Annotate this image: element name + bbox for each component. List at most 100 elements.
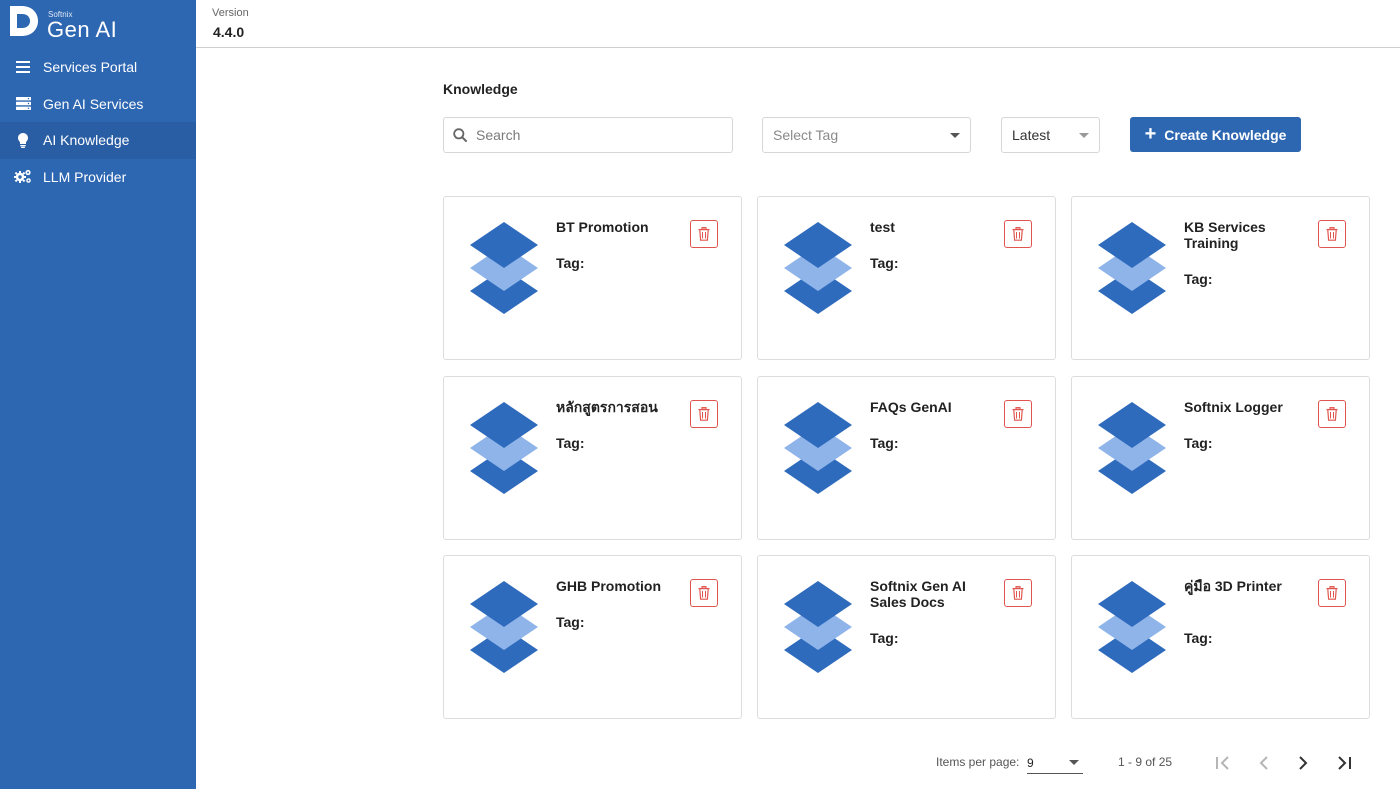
page-range-label: 1 - 9 of 25 <box>1118 755 1173 769</box>
knowledge-card[interactable]: Softnix Logger Tag: <box>1071 376 1370 540</box>
card-title: หลักสูตรการสอน <box>556 399 658 415</box>
card-title: FAQs GenAI <box>870 399 952 415</box>
layers-icon <box>784 581 852 673</box>
card-title: คู่มือ 3D Printer <box>1184 578 1282 594</box>
version-label: Version <box>212 7 249 19</box>
knowledge-card[interactable]: test Tag: <box>757 196 1056 360</box>
previous-page-button[interactable] <box>1251 750 1277 776</box>
delete-button[interactable] <box>690 400 718 428</box>
knowledge-card[interactable]: KB Services Training Tag: <box>1071 196 1370 360</box>
sidebar-item-llm-provider[interactable]: LLM Provider <box>0 159 196 196</box>
server-icon <box>14 95 32 113</box>
search-input[interactable] <box>476 127 716 143</box>
search-icon <box>453 128 467 142</box>
sidebar-item-ai-knowledge[interactable]: AI Knowledge <box>0 122 196 159</box>
delete-button[interactable] <box>1318 579 1346 607</box>
chevron-left-icon <box>1259 756 1268 770</box>
sidebar-item-label: AI Knowledge <box>43 132 130 149</box>
layers-icon <box>784 222 852 314</box>
layers-icon <box>1098 402 1166 494</box>
knowledge-card[interactable]: GHB Promotion Tag: <box>443 555 742 719</box>
sidebar-nav: Services Portal Gen AI Services AI Knowl… <box>0 49 196 195</box>
items-per-page-value: 9 <box>1027 755 1034 770</box>
trash-icon <box>698 407 710 421</box>
delete-button[interactable] <box>1004 220 1032 248</box>
create-knowledge-label: Create Knowledge <box>1164 126 1287 143</box>
chevron-right-icon <box>1299 756 1308 770</box>
card-title: Softnix Gen AI Sales Docs <box>870 578 966 610</box>
delete-button[interactable] <box>690 220 718 248</box>
page-title: Knowledge <box>443 81 518 97</box>
delete-button[interactable] <box>1004 400 1032 428</box>
sidebar-item-label: Gen AI Services <box>43 95 144 112</box>
sidebar: Softnix Gen AI Services Portal Gen AI Se… <box>0 0 196 789</box>
layers-icon <box>470 581 538 673</box>
card-title: Softnix Logger <box>1184 399 1283 415</box>
chevron-down-icon <box>1079 132 1089 138</box>
sort-select[interactable]: Latest <box>1001 117 1100 153</box>
card-tag-label: Tag: <box>1184 435 1213 451</box>
delete-button[interactable] <box>690 579 718 607</box>
card-tag-label: Tag: <box>1184 271 1213 287</box>
card-title: GHB Promotion <box>556 578 661 594</box>
first-page-button[interactable] <box>1211 750 1237 776</box>
items-per-page-label: Items per page: <box>936 755 1020 769</box>
card-tag-label: Tag: <box>556 255 585 271</box>
layers-icon <box>784 402 852 494</box>
card-title: KB Services Training <box>1184 219 1266 251</box>
trash-icon <box>698 227 710 241</box>
brand-title: Gen AI <box>47 17 118 42</box>
first-page-icon <box>1216 756 1229 770</box>
layers-icon <box>470 222 538 314</box>
trash-icon <box>1326 227 1338 241</box>
knowledge-card[interactable]: BT Promotion Tag: <box>443 196 742 360</box>
cogs-icon <box>14 168 32 186</box>
lightbulb-icon <box>14 131 32 149</box>
sidebar-item-gen-ai-services[interactable]: Gen AI Services <box>0 86 196 123</box>
sidebar-item-label: Services Portal <box>43 59 138 76</box>
layers-icon <box>1098 222 1166 314</box>
delete-button[interactable] <box>1318 220 1346 248</box>
knowledge-card[interactable]: คู่มือ 3D Printer Tag: <box>1071 555 1370 719</box>
tag-select-placeholder: Select Tag <box>773 127 839 143</box>
sidebar-item-services-portal[interactable]: Services Portal <box>0 49 196 86</box>
trash-icon <box>698 586 710 600</box>
card-title: test <box>870 219 895 235</box>
card-title: BT Promotion <box>556 219 649 235</box>
sort-select-value: Latest <box>1012 127 1051 143</box>
plus-icon: + <box>1144 122 1157 145</box>
card-tag-label: Tag: <box>556 435 585 451</box>
next-page-button[interactable] <box>1290 750 1316 776</box>
version-value: 4.4.0 <box>213 24 245 40</box>
card-tag-label: Tag: <box>870 630 899 646</box>
trash-icon <box>1326 407 1338 421</box>
sidebar-item-label: LLM Provider <box>43 168 127 185</box>
trash-icon <box>1012 407 1024 421</box>
items-per-page-select[interactable]: 9 <box>1027 752 1083 774</box>
knowledge-card[interactable]: Softnix Gen AI Sales Docs Tag: <box>757 555 1056 719</box>
delete-button[interactable] <box>1318 400 1346 428</box>
delete-button[interactable] <box>1004 579 1032 607</box>
layers-icon <box>470 402 538 494</box>
card-tag-label: Tag: <box>870 435 899 451</box>
search-field[interactable] <box>443 117 733 153</box>
layers-icon <box>1098 581 1166 673</box>
trash-icon <box>1012 586 1024 600</box>
menu-icon <box>14 58 32 76</box>
card-tag-label: Tag: <box>556 614 585 630</box>
chevron-down-icon <box>1069 760 1079 765</box>
create-knowledge-button[interactable]: + Create Knowledge <box>1130 117 1301 152</box>
trash-icon <box>1012 227 1024 241</box>
knowledge-card[interactable]: หลักสูตรการสอน Tag: <box>443 376 742 540</box>
last-page-button[interactable] <box>1330 750 1356 776</box>
pagination: Items per page: 9 1 - 9 of 25 <box>0 750 1400 780</box>
last-page-icon <box>1338 756 1351 770</box>
knowledge-card[interactable]: FAQs GenAI Tag: <box>757 376 1056 540</box>
tag-select[interactable]: Select Tag <box>762 117 971 153</box>
card-tag-label: Tag: <box>1184 630 1213 646</box>
app-logo[interactable]: Softnix Gen AI <box>6 4 186 42</box>
trash-icon <box>1326 586 1338 600</box>
logo-d-icon <box>10 6 38 36</box>
top-bar: Version 4.4.0 <box>196 0 1400 48</box>
chevron-down-icon <box>950 132 960 138</box>
